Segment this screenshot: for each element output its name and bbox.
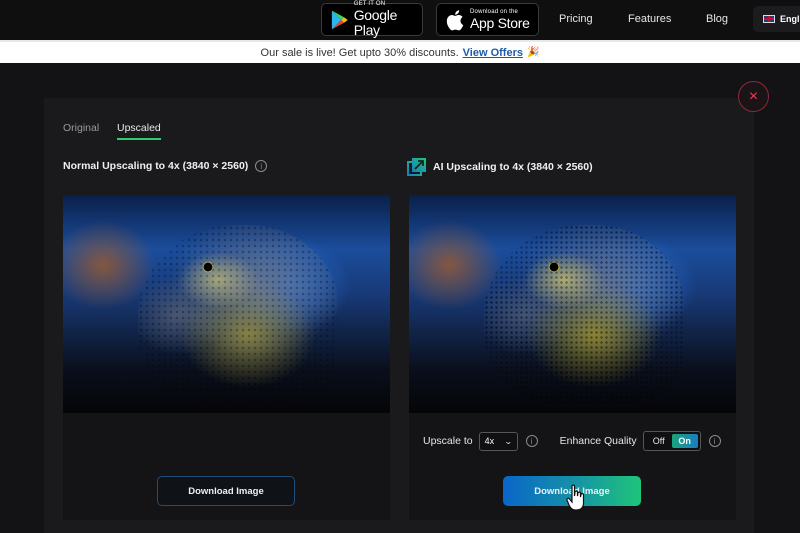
sale-banner: Our sale is live! Get upto 30% discounts… <box>0 40 800 63</box>
sale-banner-text: Our sale is live! Get upto 30% discounts… <box>260 46 459 59</box>
upscale-factor-value: 4x <box>484 436 495 446</box>
google-play-icon <box>331 10 348 29</box>
ai-upscaling-title: AI Upscaling to 4x (3840 × 2560) <box>433 161 593 173</box>
close-icon: × <box>748 87 759 105</box>
toggle-off-option[interactable]: Off <box>646 434 672 448</box>
uk-flag-icon <box>763 15 775 23</box>
ai-upscale-controls: Upscale to 4x ⌄ i Enhance Quality Off On… <box>423 431 721 451</box>
normal-upscaled-image <box>63 195 390 413</box>
apple-icon <box>446 9 464 30</box>
google-play-label: Google Play <box>353 7 398 38</box>
enhance-quality-label: Enhance Quality <box>559 435 637 447</box>
download-normal-button[interactable]: Download Image <box>157 476 295 506</box>
ai-upscale-panel <box>409 195 736 520</box>
active-tab-indicator <box>117 138 161 140</box>
hand-pointer-cursor-icon <box>566 484 585 511</box>
tab-original[interactable]: Original <box>63 122 99 134</box>
ai-upscaled-image <box>409 195 736 413</box>
app-store-button[interactable]: Download on the App Store <box>436 3 539 36</box>
ai-upscale-icon <box>407 158 426 176</box>
top-navigation-bar: GET IT ON Google Play Download on the Ap… <box>0 0 800 40</box>
info-icon[interactable]: i <box>525 435 538 447</box>
nav-features[interactable]: Features <box>628 13 671 25</box>
normal-upscale-panel <box>63 195 390 520</box>
tab-upscaled[interactable]: Upscaled <box>117 122 161 134</box>
scale-texture <box>484 225 684 405</box>
party-popper-icon: 🎉 <box>526 47 540 58</box>
nav-pricing[interactable]: Pricing <box>559 13 593 25</box>
language-selector[interactable]: English <box>753 6 800 32</box>
google-play-button[interactable]: GET IT ON Google Play <box>321 1 423 38</box>
info-icon[interactable]: i <box>708 435 721 447</box>
upscale-to-label: Upscale to <box>423 435 473 447</box>
chevron-down-icon: ⌄ <box>503 436 513 446</box>
toggle-on-option[interactable]: On <box>671 434 698 448</box>
upscale-factor-select[interactable]: 4x ⌄ <box>478 431 518 451</box>
normal-upscaling-heading: Normal Upscaling to 4x (3840 × 2560) i <box>63 160 268 172</box>
ai-upscaling-heading: AI Upscaling to 4x (3840 × 2560) <box>407 157 593 177</box>
normal-upscaling-title: Normal Upscaling to 4x (3840 × 2560) <box>63 160 249 172</box>
enhance-quality-toggle[interactable]: Off On <box>642 431 701 451</box>
language-label: English <box>780 14 800 24</box>
lizard-photo <box>484 225 684 405</box>
nav-blog[interactable]: Blog <box>706 13 728 25</box>
lizard-photo <box>138 225 338 405</box>
close-modal-button[interactable]: × <box>738 81 769 112</box>
view-offers-link[interactable]: View Offers <box>463 47 523 59</box>
info-icon[interactable]: i <box>255 160 268 172</box>
scale-texture <box>138 225 338 405</box>
app-store-label: App Store <box>470 14 530 31</box>
download-normal-label: Download Image <box>188 485 264 497</box>
